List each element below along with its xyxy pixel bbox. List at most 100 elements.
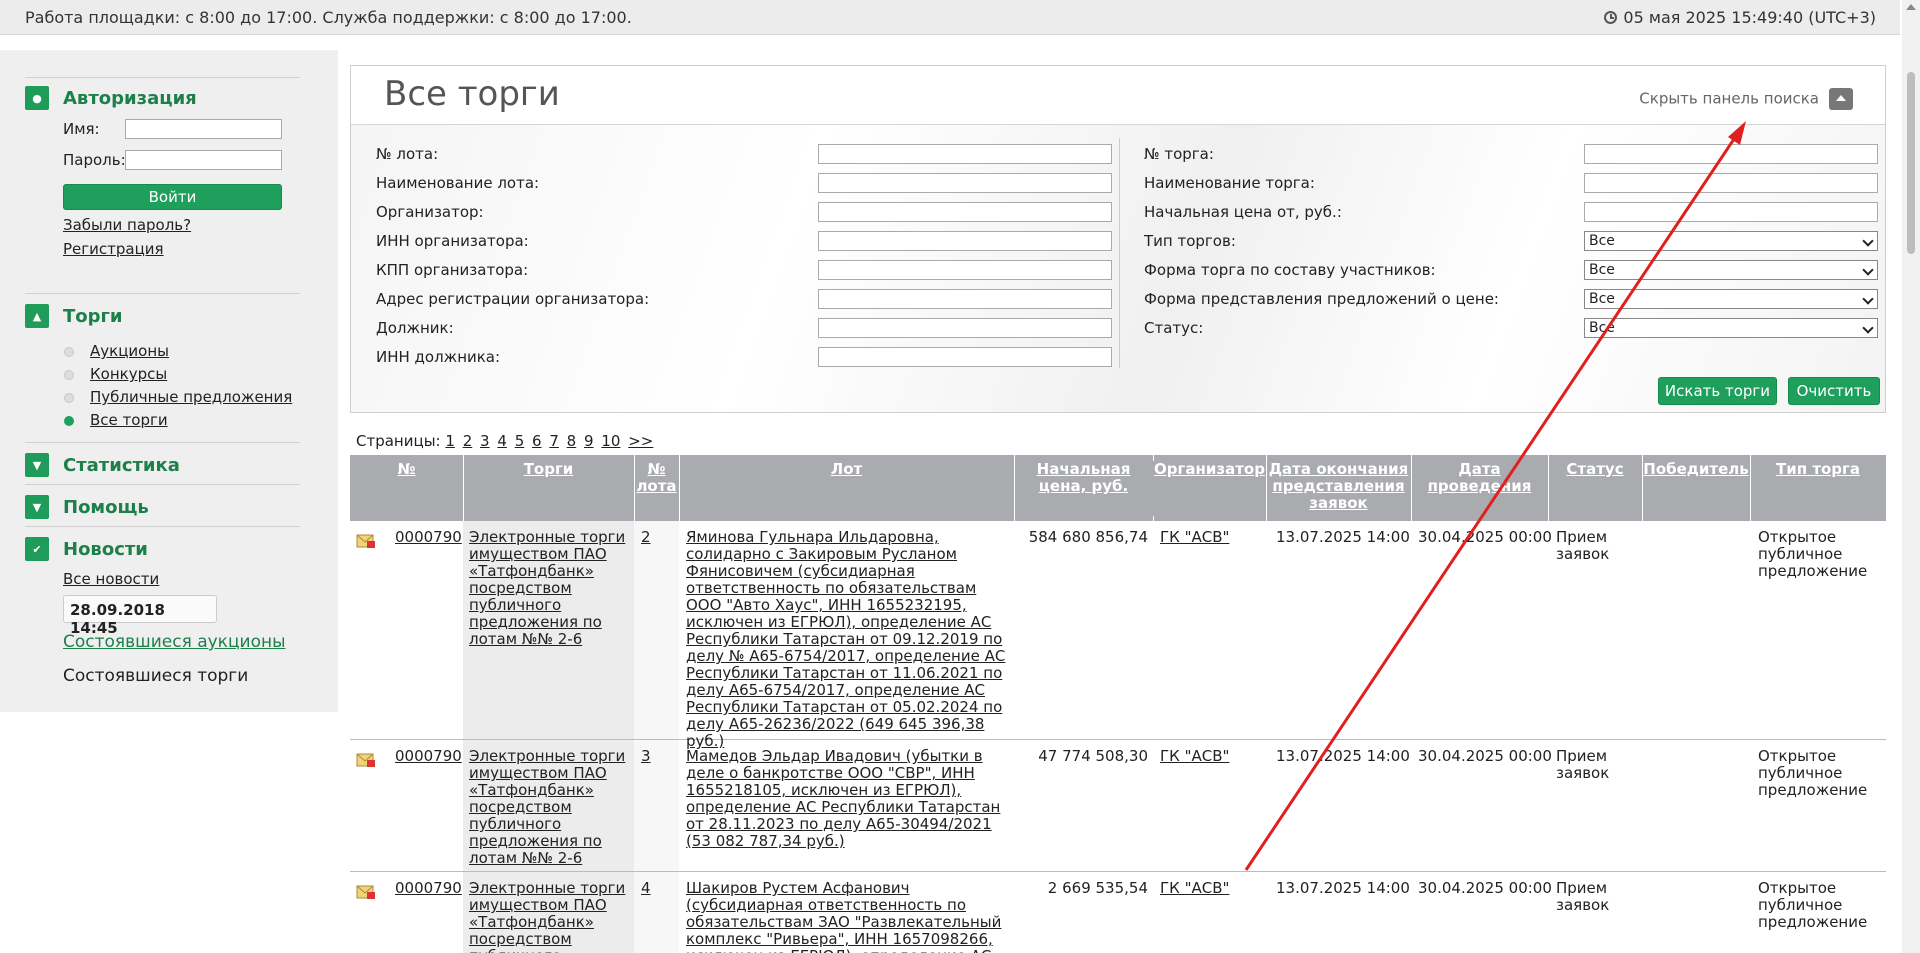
col-header-winner[interactable]: Победитель — [1642, 461, 1750, 478]
page-link-10[interactable]: 10 — [601, 432, 620, 450]
col-header-date[interactable]: Дата проведения — [1411, 461, 1548, 495]
sidebar: ● Авторизация Имя: Пароль: Войти Забыли п… — [0, 50, 338, 712]
col-header-lot[interactable]: Лот — [679, 461, 1014, 478]
completed-auctions-link[interactable]: Состоявшиеся аукционы — [63, 632, 286, 652]
news-section-header[interactable]: ✔ Новости — [25, 537, 148, 561]
row-lot[interactable]: Шакиров Рустем Асфанович (субсидиарная о… — [686, 880, 1009, 953]
next-pages-link[interactable]: >> — [628, 432, 653, 450]
collapse-arrow-icon[interactable] — [1829, 88, 1853, 110]
organizer-input[interactable] — [818, 202, 1112, 222]
divider — [25, 77, 300, 78]
search-torgi-button[interactable]: Искать торги — [1658, 377, 1777, 405]
col-header-price[interactable]: Начальная цена, руб. — [1014, 461, 1153, 495]
organizer-kpp-input[interactable] — [818, 260, 1112, 280]
lot-number-input[interactable] — [818, 144, 1112, 164]
page-link-3[interactable]: 3 — [480, 432, 490, 450]
row-organizer[interactable]: ГК "АСВ" — [1160, 529, 1229, 546]
col-header-end-date[interactable]: Дата окончания представления заявок — [1266, 461, 1411, 512]
torgi-title: Торги — [63, 305, 123, 327]
page-link-7[interactable]: 7 — [549, 432, 559, 450]
top-info-bar: Работа площадки: с 8:00 до 17:00. Служба… — [0, 0, 1900, 35]
table-row: 0000790 Электронные торги имуществом ПАО… — [350, 872, 1886, 953]
column-divider — [1119, 138, 1120, 368]
page-link-2[interactable]: 2 — [463, 432, 473, 450]
vertical-scrollbar[interactable] — [1902, 0, 1920, 953]
login-button[interactable]: Войти — [63, 184, 282, 210]
organizer-inn-input[interactable] — [818, 231, 1112, 251]
status-label: Статус: — [1144, 319, 1204, 337]
col-header-number[interactable]: № — [350, 461, 463, 478]
torg-type-select[interactable]: Все — [1584, 231, 1878, 251]
col-header-type[interactable]: Тип торга — [1750, 461, 1886, 478]
working-hours-text: Работа площадки: с 8:00 до 17:00. Служба… — [25, 8, 632, 27]
sidebar-item-auctions[interactable]: Аукционы — [90, 342, 169, 360]
hide-search-panel-link[interactable]: Скрыть панель поиска — [1639, 88, 1853, 110]
completed-torgi-text: Состоявшиеся торги — [63, 666, 249, 686]
participant-form-select[interactable]: Все — [1584, 260, 1878, 280]
help-title: Помощь — [63, 496, 149, 518]
row-number[interactable]: 0000790 — [395, 748, 462, 765]
forgot-password-link[interactable]: Забыли пароль? — [63, 216, 191, 234]
chevron-down-icon — [1862, 293, 1874, 305]
checkmark-icon: ✔ — [25, 537, 49, 561]
lot-number-label: № лота: — [376, 145, 439, 163]
table-row: 0000790 Электронные торги имуществом ПАО… — [350, 740, 1886, 872]
clear-button[interactable]: Очистить — [1788, 377, 1880, 405]
divider — [25, 526, 300, 527]
col-header-torgi[interactable]: Торги — [463, 461, 634, 478]
password-input[interactable] — [125, 150, 282, 170]
register-link[interactable]: Регистрация — [63, 240, 164, 258]
row-price: 2 669 535,54 — [1047, 879, 1148, 897]
row-torgi[interactable]: Электронные торги имуществом ПАО «Татфон… — [469, 748, 629, 867]
scrollbar-thumb[interactable] — [1907, 72, 1915, 254]
col-header-status[interactable]: Статус — [1548, 461, 1642, 478]
lot-name-input[interactable] — [818, 173, 1112, 193]
row-number[interactable]: 0000790 — [395, 529, 462, 546]
page-link-5[interactable]: 5 — [515, 432, 525, 450]
hide-search-label[interactable]: Скрыть панель поиска — [1639, 90, 1819, 108]
row-lot[interactable]: Яминова Гульнара Ильдаровна, солидарно с… — [686, 529, 1009, 750]
sidebar-item-all-torgi[interactable]: Все торги — [90, 411, 168, 429]
row-lot[interactable]: Мамедов Эльдар Ивадович (убытки в деле о… — [686, 748, 1009, 850]
row-lot-number[interactable]: 4 — [641, 880, 651, 897]
name-input[interactable] — [125, 119, 282, 139]
debtor-inn-input[interactable] — [818, 347, 1112, 367]
auth-section-header[interactable]: ● Авторизация — [25, 86, 197, 110]
chevron-down-icon — [1862, 322, 1874, 334]
sidebar-item-public-offers[interactable]: Публичные предложения — [90, 388, 292, 406]
participant-form-label: Форма торга по составу участников: — [1144, 261, 1436, 279]
user-icon: ● — [25, 86, 49, 110]
help-section-header[interactable]: ▼ Помощь — [25, 495, 149, 519]
debtor-input[interactable] — [818, 318, 1112, 338]
row-end-date: 13.07.2025 14:00 — [1276, 528, 1410, 546]
page-link-6[interactable]: 6 — [532, 432, 542, 450]
row-lot-number[interactable]: 2 — [641, 529, 651, 546]
all-news-link[interactable]: Все новости — [63, 570, 159, 588]
row-organizer[interactable]: ГК "АСВ" — [1160, 748, 1229, 765]
status-select[interactable]: Все — [1584, 318, 1878, 338]
price-offer-form-select[interactable]: Все — [1584, 289, 1878, 309]
clock-icon — [1604, 11, 1618, 24]
col-header-lot-number[interactable]: № лота — [634, 461, 679, 495]
col-header-organizer-label[interactable]: Организатор — [1153, 461, 1266, 478]
row-torgi[interactable]: Электронные торги имуществом ПАО «Татфон… — [469, 880, 629, 953]
page-link-8[interactable]: 8 — [567, 432, 577, 450]
sidebar-item-contests[interactable]: Конкурсы — [90, 365, 167, 383]
row-organizer[interactable]: ГК "АСВ" — [1160, 880, 1229, 897]
stats-section-header[interactable]: ▼ Статистика — [25, 453, 180, 477]
torgi-section-header[interactable]: ▲ Торги — [25, 304, 123, 328]
row-lot-number[interactable]: 3 — [641, 748, 651, 765]
organizer-address-input[interactable] — [818, 289, 1112, 309]
news-title: Новости — [63, 538, 148, 560]
torg-number-input[interactable] — [1584, 144, 1878, 164]
page-link-1[interactable]: 1 — [445, 432, 455, 450]
scroll-up-arrow-icon[interactable] — [1906, 4, 1916, 10]
row-torgi[interactable]: Электронные торги имуществом ПАО «Татфон… — [469, 529, 629, 648]
start-price-input[interactable] — [1584, 202, 1878, 222]
page-link-4[interactable]: 4 — [497, 432, 507, 450]
torg-name-input[interactable] — [1584, 173, 1878, 193]
organizer-label: Организатор: — [376, 203, 484, 221]
page-title: Все торги — [384, 74, 560, 114]
page-link-9[interactable]: 9 — [584, 432, 594, 450]
row-number[interactable]: 0000790 — [395, 880, 462, 897]
